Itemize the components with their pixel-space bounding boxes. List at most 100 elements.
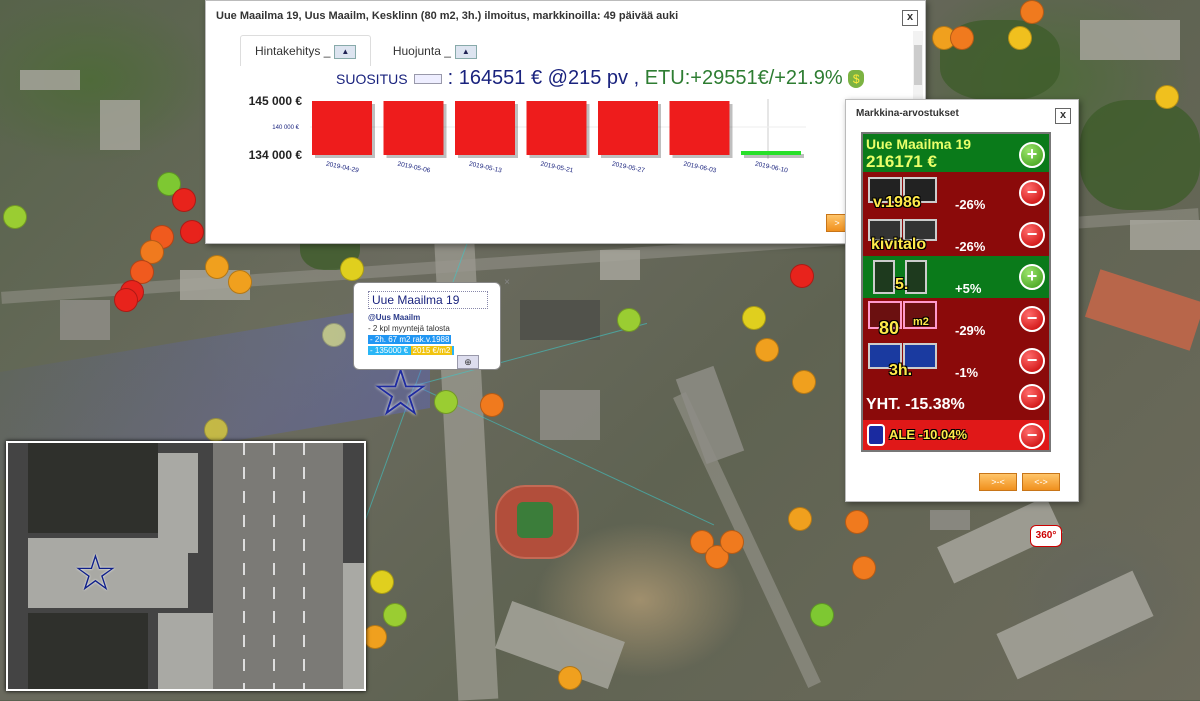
listing-marker[interactable] xyxy=(852,556,876,580)
valuation-label: 80 xyxy=(879,318,900,338)
property-name: Uue Maailma 19 xyxy=(866,136,972,152)
minus-button[interactable]: − xyxy=(1019,348,1045,374)
tooltip-close-icon[interactable]: × xyxy=(504,277,510,288)
valuation-label: v.1986 xyxy=(873,194,921,211)
valuation-unit: m2 xyxy=(913,316,929,328)
listing-marker[interactable] xyxy=(363,625,387,649)
valuation-row-material: kivitalo -26% − xyxy=(863,214,1049,256)
listing-marker[interactable] xyxy=(383,603,407,627)
listing-marker[interactable] xyxy=(172,188,196,212)
listing-marker[interactable] xyxy=(788,507,812,531)
recommendation: SUOSITUS: 164551 € @215 pv , ETU:+29551€… xyxy=(336,67,865,90)
valuation-discount: ALE -10.04% − xyxy=(863,420,1049,450)
inset-lane xyxy=(303,443,305,689)
listing-marker[interactable] xyxy=(340,257,364,281)
360-view-badge[interactable]: 360° xyxy=(1030,525,1062,547)
listing-marker[interactable] xyxy=(1008,26,1032,50)
listing-marker[interactable] xyxy=(845,510,869,534)
tooltip-sales: - 2 kpl myyntejä talosta xyxy=(368,324,450,333)
recommendation-separator: , xyxy=(633,67,640,89)
listing-marker[interactable] xyxy=(370,570,394,594)
tab-huojunta[interactable]: Huojunta _ ▲ xyxy=(378,35,492,66)
expand-button[interactable]: <-> xyxy=(1022,473,1060,491)
x-tick-label: 2019-05-27 xyxy=(611,161,645,175)
listing-marker[interactable] xyxy=(434,390,458,414)
tooltip-title[interactable]: Uue Maailma 19 xyxy=(368,291,488,309)
listing-marker[interactable] xyxy=(114,288,138,312)
valuation-label: kivitalo xyxy=(871,236,927,253)
minus-button[interactable]: − xyxy=(1019,180,1045,206)
inset-building xyxy=(28,613,148,689)
map-building xyxy=(996,570,1154,680)
listing-marker[interactable] xyxy=(228,270,252,294)
x-tick-label: 2019-06-10 xyxy=(754,161,788,175)
listing-marker[interactable] xyxy=(720,530,744,554)
popup-title: Uue Maailma 19, Uus Maailm, Kesklinn (80… xyxy=(216,10,679,22)
minus-button[interactable]: − xyxy=(1019,423,1045,449)
popup-tabs: Hintakehitys _ ▲ Huojunta _ ▲ xyxy=(240,35,494,66)
chart-icon: ▲ xyxy=(454,44,477,59)
listing-marker[interactable] xyxy=(742,306,766,330)
chart-annotation: 140 000 € xyxy=(272,125,299,131)
valuation-pct: -26% xyxy=(955,239,986,254)
street-view-inset[interactable] xyxy=(6,441,366,691)
valuation-row-rooms: 3h. -1% − xyxy=(863,340,1049,382)
tooltip-subtitle: @Uus Maailm xyxy=(368,313,421,322)
minus-button[interactable]: − xyxy=(1019,222,1045,248)
valuation-label: 5. xyxy=(895,276,909,293)
listing-marker[interactable] xyxy=(1020,0,1044,24)
tab-hintakehitys[interactable]: Hintakehitys _ ▲ xyxy=(240,35,372,66)
close-button[interactable]: x xyxy=(1055,108,1071,124)
listing-marker[interactable] xyxy=(755,338,779,362)
valuation-list: Uue Maailma 19 216171 € + v.1986 -26% − … xyxy=(861,132,1051,452)
bar xyxy=(598,101,658,155)
bar xyxy=(455,101,515,155)
listing-marker[interactable] xyxy=(792,370,816,394)
map-building xyxy=(600,250,640,280)
zoom-icon[interactable]: ⊕ xyxy=(457,355,479,369)
valuation-total: YHT. -15.38% − xyxy=(863,382,1049,420)
listing-marker[interactable] xyxy=(810,603,834,627)
listing-marker[interactable] xyxy=(558,666,582,690)
recommendation-label: SUOSITUS xyxy=(336,71,408,87)
map-building xyxy=(60,300,110,340)
money-bag-icon: $ xyxy=(848,69,865,88)
panel-title: Markkina-arvostukset xyxy=(856,108,959,119)
minus-button[interactable]: − xyxy=(1019,306,1045,332)
listing-marker[interactable] xyxy=(180,220,204,244)
minus-button[interactable]: − xyxy=(1019,384,1045,410)
listing-marker[interactable] xyxy=(205,255,229,279)
map-building xyxy=(100,100,140,150)
listing-marker[interactable] xyxy=(3,205,27,229)
valuation-row-floor: 5. +5% + xyxy=(863,256,1049,298)
valuation-label: 3h. xyxy=(889,362,913,379)
inset-lane xyxy=(273,443,275,689)
total-label: YHT. -15.38% xyxy=(866,396,965,413)
x-tick-label: 2019-06-03 xyxy=(683,161,717,175)
listing-marker[interactable] xyxy=(1155,85,1179,109)
listing-marker[interactable] xyxy=(790,264,814,288)
bar xyxy=(383,101,444,155)
bar xyxy=(312,101,372,155)
sports-field xyxy=(495,485,579,559)
inset-building xyxy=(343,563,364,689)
map-park xyxy=(1080,100,1200,210)
search-icon[interactable] xyxy=(413,73,442,84)
compress-button[interactable]: >-< xyxy=(979,473,1017,491)
listing-marker[interactable] xyxy=(950,26,974,50)
tab-label: Hintakehitys _ xyxy=(255,44,331,58)
plus-button[interactable]: + xyxy=(1019,264,1045,290)
close-button[interactable]: x xyxy=(902,10,918,26)
inset-building xyxy=(158,613,213,689)
plus-button[interactable]: + xyxy=(1019,142,1045,168)
valuation-header: Uue Maailma 19 216171 € + xyxy=(863,134,1049,172)
recommendation-value: : 164551 € @215 pv xyxy=(447,67,629,89)
valuation-row-year: v.1986 -26% − xyxy=(863,172,1049,214)
y-tick-label: 145 000 € xyxy=(249,94,303,108)
tooltip-price-value: - 135000 € xyxy=(370,346,409,355)
listing-tooltip[interactable]: × Uue Maailma 19 @Uus Maailm - 2 kpl myy… xyxy=(353,277,510,370)
listing-marker[interactable] xyxy=(617,308,641,332)
tab-label: Huojunta _ xyxy=(392,44,451,58)
inset-street xyxy=(213,443,343,689)
listing-marker[interactable] xyxy=(480,393,504,417)
